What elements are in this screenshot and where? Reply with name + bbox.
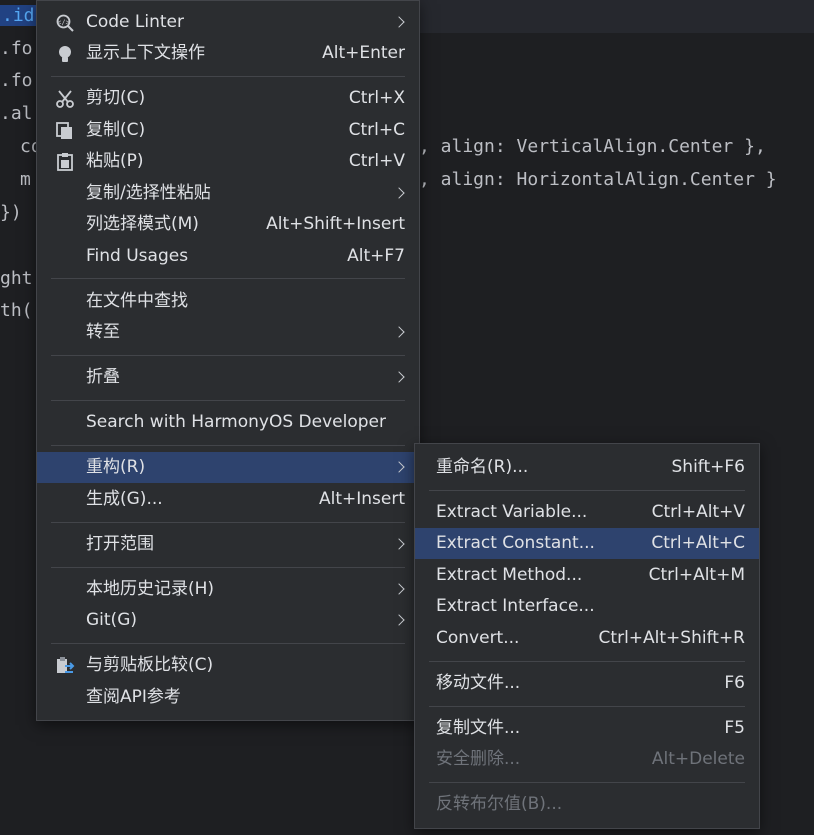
menu-item-git[interactable]: Git(G) [37,605,419,636]
code-line: .fo [0,70,33,91]
submenu-item-convert[interactable]: Convert... Ctrl+Alt+Shift+R [415,623,759,654]
menu-item-cut[interactable]: 剪切(C) Ctrl+X [37,83,419,114]
menu-separator [51,643,405,644]
chevron-right-icon [393,187,405,199]
menu-item-open-in[interactable]: 打开范围 [37,529,419,560]
menu-item-generate[interactable]: 生成(G)... Alt+Insert [37,484,419,515]
menu-item-copy[interactable]: 复制(C) Ctrl+C [37,115,419,146]
menu-separator [51,445,405,446]
menu-item-show-context-actions[interactable]: 显示上下文操作 Alt+Enter [37,38,419,69]
compare-clipboard-icon [55,656,75,676]
menu-separator [429,490,745,491]
submenu-item-safe-delete[interactable]: 安全删除... Alt+Delete [415,744,759,775]
menu-item-goto[interactable]: 转至 [37,317,419,348]
menu-item-api-reference[interactable]: 查阅API参考 [37,682,419,713]
chevron-right-icon [393,371,405,383]
editor-line-highlight [420,0,814,33]
chevron-right-icon [393,16,405,28]
chevron-right-icon [393,583,405,595]
chevron-right-icon [393,326,405,338]
svg-text:</>: </> [57,19,70,27]
submenu-item-copy-file[interactable]: 复制文件... F5 [415,713,759,744]
submenu-item-rename[interactable]: 重命名(R)... Shift+F6 [415,452,759,483]
code-line: .fo [0,38,33,59]
menu-item-folding[interactable]: 折叠 [37,362,419,393]
code-line: th( [0,300,33,321]
submenu-item-extract-variable[interactable]: Extract Variable... Ctrl+Alt+V [415,497,759,528]
code-line: , align: HorizontalAlign.Center } [419,169,777,190]
chevron-right-icon [393,461,405,473]
code-line: , align: VerticalAlign.Center }, [419,136,766,157]
lightbulb-icon [55,44,75,64]
menu-item-column-selection[interactable]: 列选择模式(M) Alt+Shift+Insert [37,209,419,240]
menu-item-compare-clipboard[interactable]: 与剪贴板比较(C) [37,650,419,681]
code-line: .al [0,103,33,124]
code-line: .id [0,5,37,26]
code-line: ght [0,268,33,289]
chevron-right-icon [393,614,405,626]
submenu-item-move-file[interactable]: 移动文件... F6 [415,668,759,699]
submenu-item-extract-constant[interactable]: Extract Constant... Ctrl+Alt+C [415,528,759,559]
menu-separator [51,400,405,401]
paste-icon [55,152,75,172]
editor-context-menu: </> Code Linter 显示上下文操作 Alt+Enter 剪切(C) … [36,0,420,721]
menu-separator [51,355,405,356]
menu-item-copy-paste-special[interactable]: 复制/选择性粘贴 [37,178,419,209]
code-linter-icon: </> [55,13,75,33]
menu-separator [429,706,745,707]
menu-separator [51,278,405,279]
submenu-item-extract-method[interactable]: Extract Method... Ctrl+Alt+M [415,560,759,591]
menu-item-refactor[interactable]: 重构(R) [37,452,419,483]
menu-separator [51,567,405,568]
menu-item-local-history[interactable]: 本地历史记录(H) [37,574,419,605]
submenu-item-extract-interface[interactable]: Extract Interface... [415,591,759,622]
menu-separator [429,782,745,783]
menu-item-paste[interactable]: 粘贴(P) Ctrl+V [37,146,419,177]
menu-separator [51,76,405,77]
copy-icon [55,121,75,141]
code-line: }) [0,202,22,223]
submenu-item-invert-boolean[interactable]: 反转布尔值(B)... [415,789,759,820]
menu-separator [51,522,405,523]
menu-item-code-linter[interactable]: </> Code Linter [37,7,419,38]
code-line: m [20,169,31,190]
scissors-icon [55,89,75,109]
menu-item-find-usages[interactable]: Find Usages Alt+F7 [37,241,419,272]
menu-item-search-harmonyos[interactable]: Search with HarmonyOS Developer [37,407,419,438]
chevron-right-icon [393,538,405,550]
menu-item-find-in-files[interactable]: 在文件中查找 [37,286,419,317]
refactor-submenu: 重命名(R)... Shift+F6 Extract Variable... C… [414,443,760,829]
menu-separator [429,661,745,662]
